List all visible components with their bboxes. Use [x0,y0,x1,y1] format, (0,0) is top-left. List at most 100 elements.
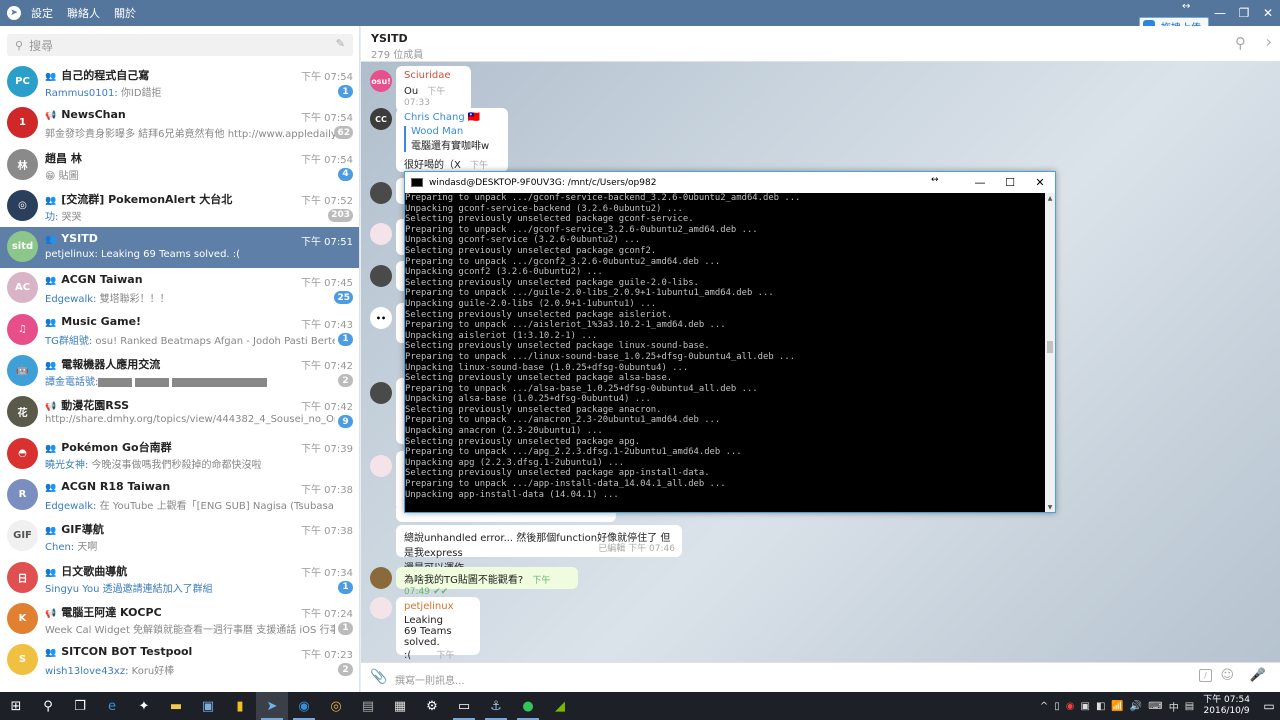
file-explorer-icon[interactable]: ▬ [160,692,192,720]
chat-list-item[interactable]: K 📢 電腦王阿達 KOCPC 下午 07:24 Week Cal Widget 免解鎖… [0,599,359,640]
scroll-thumb[interactable] [1047,341,1053,353]
message-sender[interactable]: Chris Chang 🇹🇼 [404,112,500,123]
chat-list-item[interactable]: 1 📢 NewsChan 下午 07:54 郭金發珍貴身影曝多 結拜6兄弟竟然有他 ht… [0,103,359,144]
restore-icon[interactable]: ❐ [1232,0,1256,26]
maximize-icon[interactable]: ☐ [995,172,1025,193]
terminal-line: Preparing to unpack .../app-install-data… [405,479,726,490]
volume-icon[interactable]: 🔊 [1130,701,1142,712]
terminal-output[interactable]: Preparing to unpack .../gconf-service-ba… [405,193,1045,512]
group-icon: 👥 [45,317,57,328]
chat-list-item[interactable]: R 👥 ACGN R18 Taiwan 下午 07:38 Edgewalk: 在 You… [0,475,359,516]
tray-app-icon[interactable]: ◧ [1096,701,1105,712]
notification-icon[interactable]: ▭ [1258,692,1280,720]
app-icon[interactable]: ⚓ [480,692,512,720]
chat-name-text: [交流群] PokemonAlert 大台北 [61,192,233,206]
avatar: ◎ [7,189,38,221]
terminal-line: Unpacking aisleriot (1:3.10.2-1) ... [405,330,598,341]
search-icon[interactable]: ⚲ [32,692,64,720]
terminal-title-bar[interactable]: windasd@DESKTOP-9F0UV3G: /mnt/c/Users/op… [405,172,1055,193]
chat-list-item[interactable]: AC 👥 ACGN Taiwan 下午 07:45 Edgewalk: 雙塔聯彩！！！ 2… [0,268,359,309]
avatar: ◓ [7,437,38,469]
avatar[interactable]: osu! [370,70,392,92]
avatar[interactable] [370,265,392,287]
telegram-taskbar-icon[interactable]: ➤ [256,692,288,720]
close-icon[interactable]: ✕ [1256,0,1280,26]
chat-list-item[interactable]: GIF 👥 GIF導航 下午 07:38 Chen: 天啊 [0,516,359,557]
keyboard-icon[interactable]: ⌨ [1148,701,1162,712]
chat-list-item[interactable]: sitd 👥 YSITD 下午 07:51 petjelinux: Leaking 69… [0,227,359,269]
menu-contacts[interactable]: 聯絡人 [67,5,100,21]
minimize-icon[interactable]: — [965,172,995,193]
member-count: 279 位成員 [371,50,424,61]
chat-list-item[interactable]: ♫ 👥 Music Game! 下午 07:43 TG群組號: osu! Ranked … [0,310,359,351]
avatar[interactable] [370,182,392,204]
tray-app-icon[interactable]: ▤ [1185,701,1194,712]
chat-list-item[interactable]: PC 👥 自己的程式自己寫 下午 07:54 Rammus0101: 你ID錯拒 1 [0,62,359,103]
avatar[interactable] [370,223,392,245]
chrome-icon[interactable]: ◎ [320,692,352,720]
tray-app-icon[interactable]: ◉ [1066,701,1075,712]
chat-list-item[interactable]: 林趙昌 林 下午 07:54 😁 貼圖 4 [0,145,359,186]
chevron-right-icon[interactable]: › [1266,32,1272,51]
chat-search-icon[interactable]: ⚲ [1235,34,1246,52]
scroll-up-icon[interactable]: ▲ [1045,193,1055,203]
line-icon[interactable]: ● [512,692,544,720]
task-view-icon[interactable]: ❐ [64,692,96,720]
settings-gear-icon[interactable]: ⚙ [416,692,448,720]
scroll-down-icon[interactable]: ▼ [1045,502,1055,512]
chat-preview: Edgewalk: 在 YouTube 上觀看「[ENG SUB] Nagisa… [45,497,335,512]
app-icon[interactable]: ▮ [224,692,256,720]
terminal-window[interactable]: windasd@DESKTOP-9F0UV3G: /mnt/c/Users/op… [404,171,1056,513]
app-icon[interactable]: ✦ [128,692,160,720]
message-bubble: 為啥我的TG貼圖不能觀看? 下午 07:49 ✔✔ [396,567,578,597]
bot-command-icon[interactable]: / [1199,669,1212,682]
chevron-up-icon[interactable]: ^ [1040,701,1048,712]
chat-header[interactable]: YSITD 279 位成員 ⚲ › [361,26,1280,62]
chat-list-item[interactable]: S 👥 SITCON BOT Testpool 下午 07:23 wish13love4… [0,640,359,681]
compose-pencil-icon[interactable]: ✎ [336,37,345,50]
app-icon[interactable]: ▦ [384,692,416,720]
nvidia-icon[interactable]: ◢ [544,692,576,720]
menu-settings[interactable]: 設定 [31,5,53,21]
minimize-icon[interactable]: — [1208,0,1232,26]
windows-start-icon[interactable]: ⊞ [0,692,32,720]
emoji-icon[interactable]: ☺ [1220,668,1234,683]
tray-app-icon[interactable]: ▣ [1080,701,1089,712]
chat-title[interactable]: YSITD [371,32,408,45]
app-icon[interactable]: ◉ [288,692,320,720]
network-icon[interactable]: 📶 [1111,701,1123,712]
avatar[interactable] [370,567,392,589]
avatar[interactable]: •• [370,307,392,329]
chat-list-item[interactable]: ◎ 👥 [交流群] PokemonAlert 大台北 下午 07:52 功: 哭哭 203 [0,186,359,227]
search-bar[interactable]: ⚲ 搜尋 ✎ [7,34,353,56]
channel-icon: 📢 [45,402,57,413]
menu-about[interactable]: 關於 [114,5,136,21]
app-icon[interactable]: ▤ [352,692,384,720]
terminal-taskbar-icon[interactable]: ▭ [448,692,480,720]
message-text: 69 Teams solved. [404,626,452,648]
app-icon[interactable]: ▣ [192,692,224,720]
message-sender[interactable]: petjelinux [404,601,472,612]
chat-list-item[interactable]: 花 📢 動漫花園RSS 下午 07:42 http://share.dmhy.org/t… [0,392,359,433]
terminal-scrollbar[interactable]: ▲ ▼ [1045,193,1055,512]
microphone-icon[interactable]: 🎤 [1250,668,1266,683]
ime-icon[interactable]: 中 [1169,699,1179,714]
search-input[interactable]: 搜尋 [29,37,53,54]
avatar[interactable] [370,455,392,477]
message-sender[interactable]: Sciuridae [404,70,463,81]
terminal-line: Unpacking app-install-data (14.04.1) ... [405,489,619,500]
reply-quote[interactable]: Wood Man 電腦還有實咖啡w [404,126,500,152]
message-input[interactable]: 撰寫一則訊息... [395,672,465,687]
chat-list-item[interactable]: 🤖 👥 電報機器人應用交流 下午 07:42 譚金電話號: 2 [0,351,359,392]
clock[interactable]: 下午 07:54 2016/10/9 [1203,695,1250,717]
edge-icon[interactable]: e [96,692,128,720]
avatar[interactable]: CC [370,108,392,130]
tray-app-icon[interactable]: ▯ [1054,701,1060,712]
chat-list-item[interactable]: ◓ 👥 Pokémon Go台南群 下午 07:39 曉光女神: 今晚沒事做嗎我們秒殺掉… [0,434,359,475]
close-icon[interactable]: ✕ [1025,172,1055,193]
attach-icon[interactable]: 📎 [370,669,387,685]
avatar[interactable] [370,382,392,404]
avatar[interactable] [370,597,392,619]
chat-name: 👥 電報機器人應用交流 [45,356,160,372]
chat-list-item[interactable]: 日 👥 日文歌曲導航 下午 07:34 Singyu You 透過邀請連結加入了群組 1 [0,558,359,599]
